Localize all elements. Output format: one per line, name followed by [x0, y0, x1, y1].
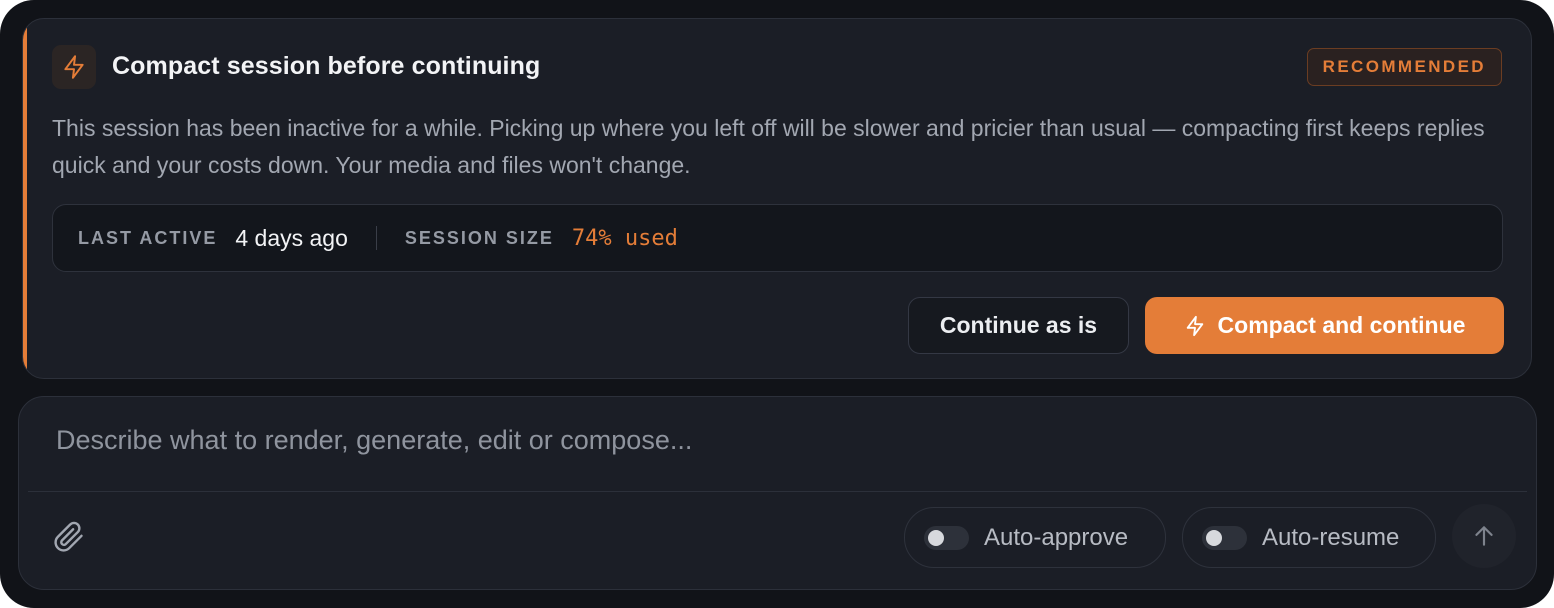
- paperclip-icon[interactable]: [52, 520, 86, 554]
- recommended-badge: RECOMMENDED: [1306, 48, 1502, 86]
- card-description: This session has been inactive for a whi…: [52, 115, 1485, 178]
- compact-session-card: Compact session before continuing RECOMM…: [22, 18, 1532, 379]
- compact-and-continue-button[interactable]: Compact and continue: [1145, 297, 1504, 354]
- card-accent-bar: [23, 19, 27, 378]
- auto-approve-switch[interactable]: [924, 525, 969, 550]
- lightning-bolt-icon: [52, 45, 96, 89]
- card-title: Compact session before continuing: [112, 52, 541, 80]
- toggle-knob: [1206, 529, 1222, 546]
- auto-resume-switch[interactable]: [1202, 525, 1247, 550]
- compact-and-continue-label: Compact and continue: [1217, 312, 1466, 338]
- auto-resume-label: Auto-resume: [1262, 523, 1400, 551]
- continue-as-is-label: Continue as is: [939, 312, 1098, 338]
- prompt-input[interactable]: Describe what to render, generate, edit …: [56, 425, 692, 456]
- toggle-knob: [928, 529, 944, 546]
- session-stats: LAST ACTIVE 4 days ago SESSION SIZE 74% …: [52, 204, 1503, 272]
- lightning-bolt-icon: [1184, 315, 1206, 337]
- session-size-value: 74% used: [571, 225, 678, 251]
- stats-divider: [375, 226, 377, 250]
- auto-resume-toggle[interactable]: Auto-resume: [1182, 507, 1436, 568]
- auto-approve-label: Auto-approve: [984, 523, 1129, 551]
- session-size-label: SESSION SIZE: [404, 227, 554, 248]
- arrow-up-icon: [1471, 523, 1497, 549]
- last-active-value: 4 days ago: [235, 224, 348, 251]
- app-frame: Compact session before continuing RECOMM…: [0, 0, 1554, 608]
- send-button[interactable]: [1452, 504, 1516, 568]
- last-active-label: LAST ACTIVE: [78, 227, 218, 248]
- continue-as-is-button[interactable]: Continue as is: [908, 297, 1129, 354]
- composer: Describe what to render, generate, edit …: [18, 396, 1537, 590]
- auto-approve-toggle[interactable]: Auto-approve: [904, 507, 1166, 568]
- composer-divider: [28, 491, 1527, 492]
